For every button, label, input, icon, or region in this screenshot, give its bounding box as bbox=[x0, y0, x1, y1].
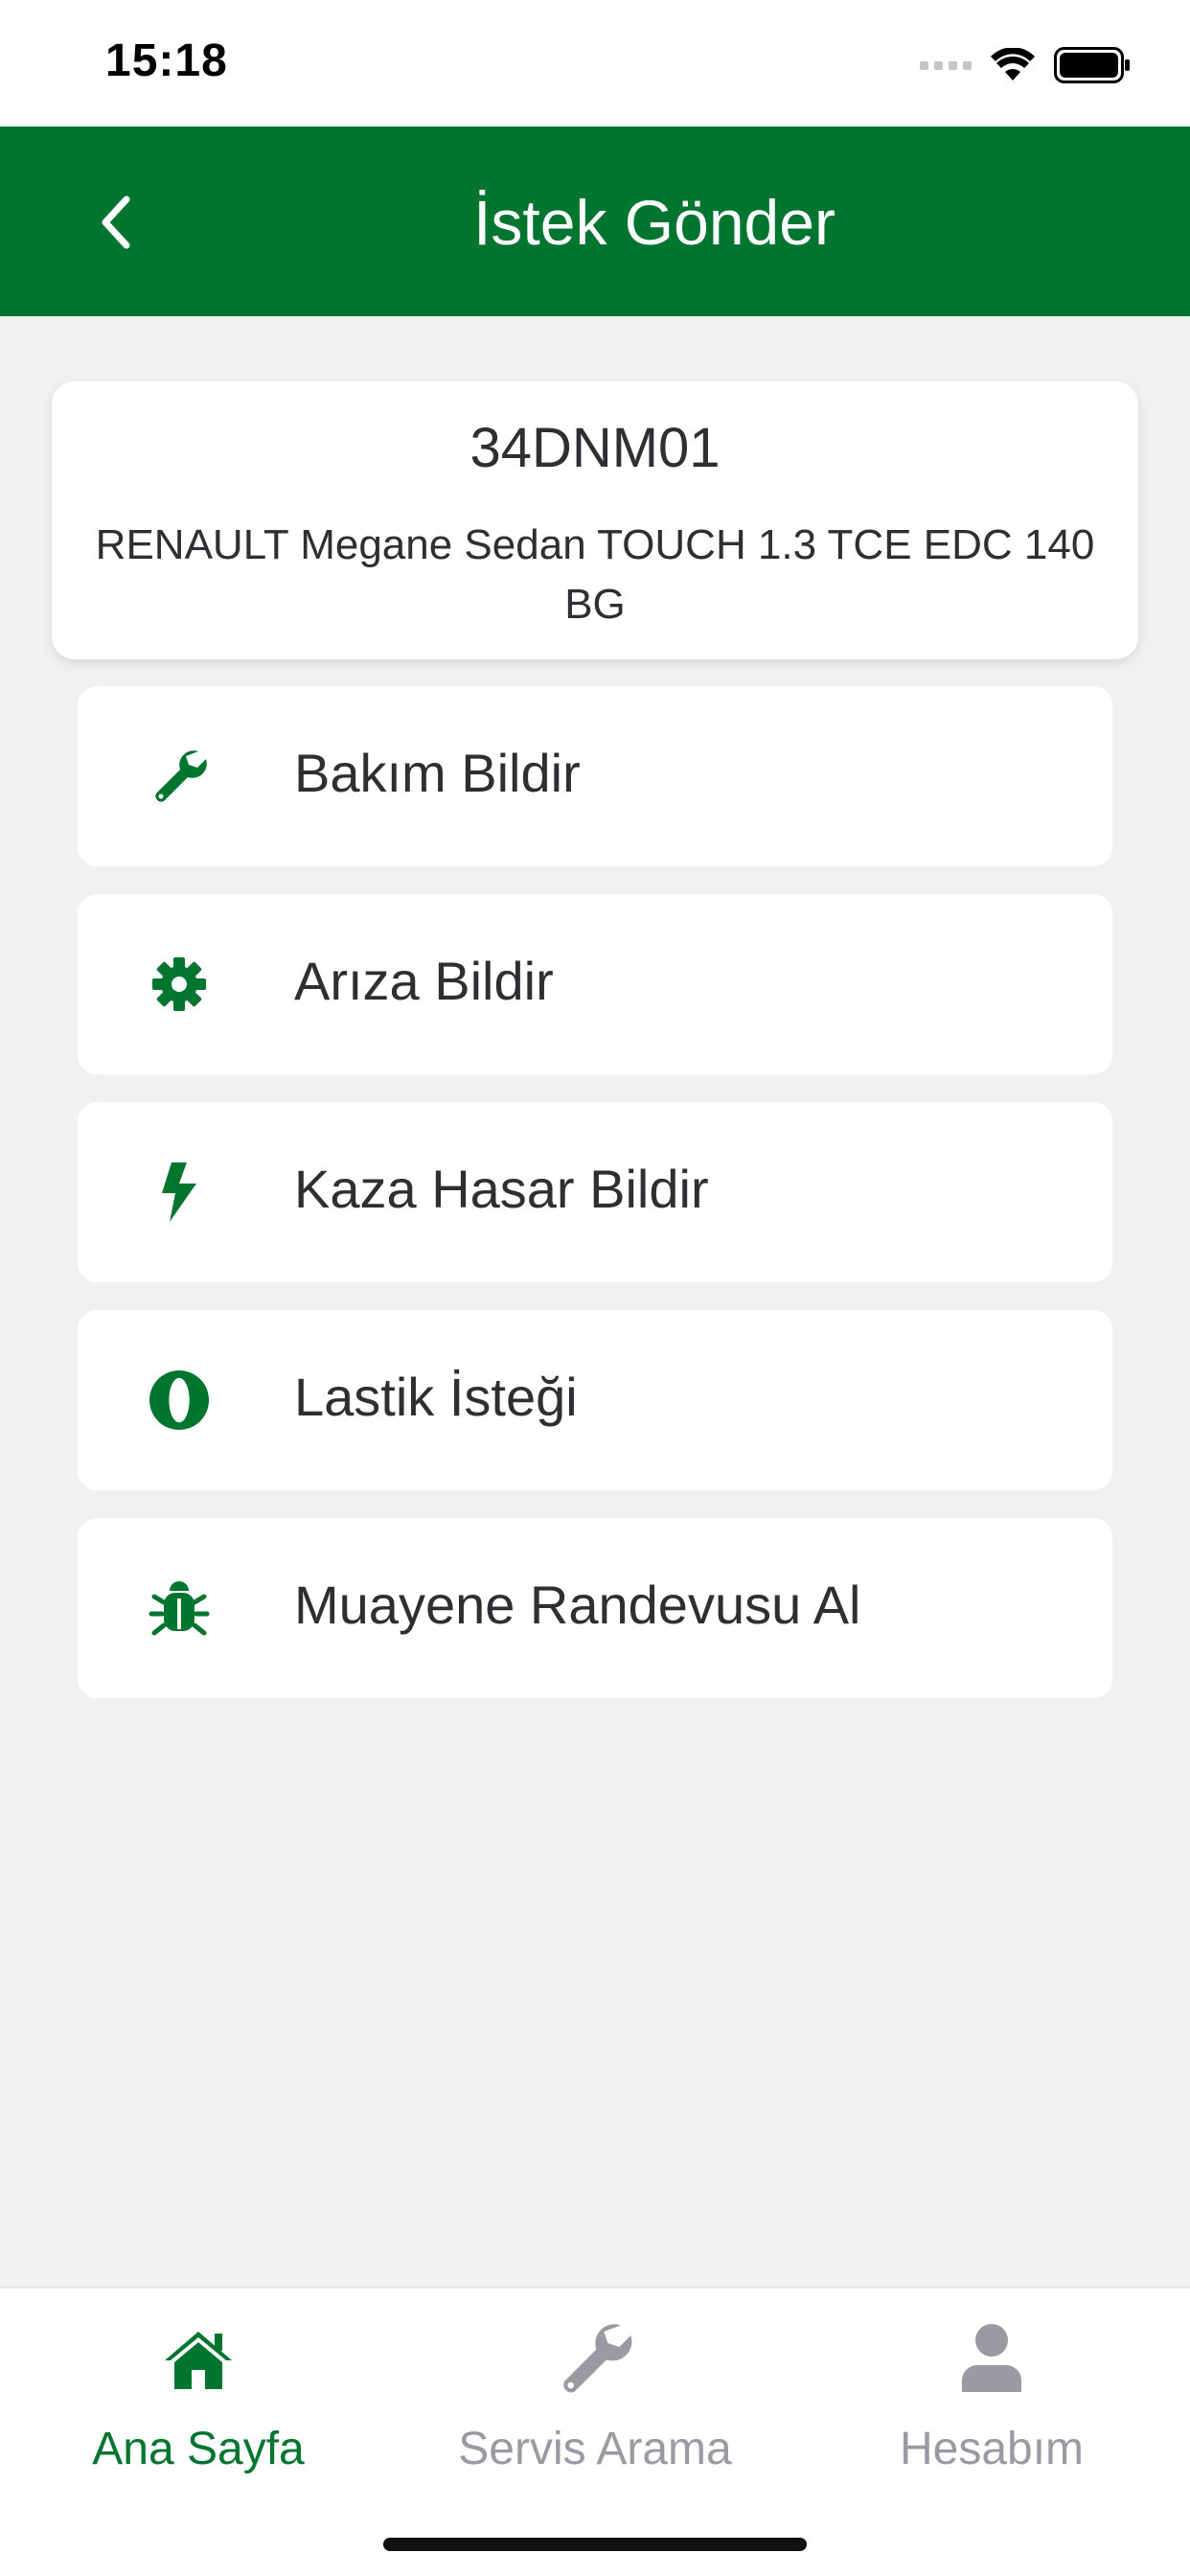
menu-item-muayene-randevusu[interactable]: Muayene Randevusu Al bbox=[78, 1518, 1112, 1698]
tab-bar: Ana Sayfa Servis Arama Hesabım bbox=[0, 2287, 1190, 2576]
tab-label: Servis Arama bbox=[458, 2424, 732, 2474]
home-icon bbox=[0, 2315, 397, 2402]
tab-label: Ana Sayfa bbox=[92, 2424, 305, 2474]
wifi-icon bbox=[991, 48, 1035, 80]
gear-icon bbox=[149, 954, 210, 1015]
status-icons bbox=[920, 44, 1131, 86]
menu-item-bakim-bildir[interactable]: Bakım Bildir bbox=[78, 686, 1112, 866]
tab-hesabim[interactable]: Hesabım bbox=[793, 2288, 1190, 2509]
app-header: İstek Gönder bbox=[0, 126, 1190, 316]
cellular-signal-icon bbox=[920, 60, 972, 70]
tire-icon bbox=[149, 1369, 210, 1431]
tab-servis-arama[interactable]: Servis Arama bbox=[397, 2288, 793, 2509]
bug-icon bbox=[149, 1577, 210, 1639]
home-indicator bbox=[383, 2538, 807, 2551]
menu-item-label: Kaza Hasar Bildir bbox=[294, 1159, 709, 1219]
user-icon bbox=[793, 2315, 1190, 2402]
status-time: 15:18 bbox=[105, 35, 228, 86]
menu-item-label: Arıza Bildir bbox=[294, 951, 554, 1011]
menu-item-label: Muayene Randevusu Al bbox=[294, 1575, 861, 1635]
vehicle-model: RENAULT Megane Sedan TOUCH 1.3 TCE EDC 1… bbox=[95, 521, 1095, 628]
vehicle-plate: 34DNM01 bbox=[469, 417, 721, 479]
page-title: İstek Gönder bbox=[473, 187, 835, 258]
menu-item-label: Bakım Bildir bbox=[294, 743, 581, 803]
wrench-icon bbox=[397, 2315, 793, 2402]
bolt-icon bbox=[149, 1162, 210, 1223]
menu-item-lastik-istegi[interactable]: Lastik İsteği bbox=[78, 1310, 1112, 1490]
screen: 15:18 İstek Gönder 34DNM01 RENAULT Megan… bbox=[0, 0, 1190, 2576]
menu-item-ariza-bildir[interactable]: Arıza Bildir bbox=[78, 894, 1112, 1074]
wrench-icon bbox=[149, 746, 210, 807]
tab-label: Hesabım bbox=[899, 2424, 1085, 2474]
tab-ana-sayfa[interactable]: Ana Sayfa bbox=[0, 2288, 397, 2509]
vehicle-card: 34DNM01 RENAULT Megane Sedan TOUCH 1.3 T… bbox=[52, 381, 1138, 659]
menu-item-kaza-hasar-bildir[interactable]: Kaza Hasar Bildir bbox=[78, 1102, 1112, 1282]
battery-icon bbox=[1054, 47, 1130, 83]
menu-item-label: Lastik İsteği bbox=[294, 1367, 578, 1427]
status-bar: 15:18 bbox=[0, 0, 1190, 126]
